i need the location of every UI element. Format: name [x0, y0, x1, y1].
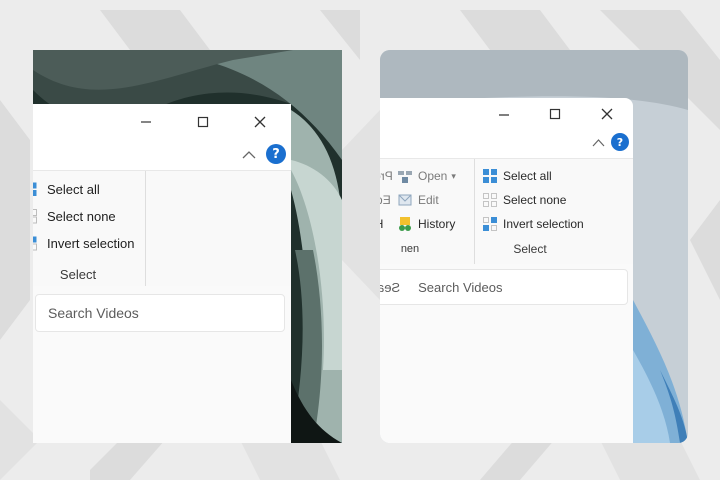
search-clipped-text: Sea — [380, 279, 401, 295]
close-button[interactable] — [595, 105, 619, 123]
search-area: Sea Search Videos — [380, 264, 633, 443]
minimize-button[interactable] — [133, 112, 159, 132]
maximize-icon — [549, 108, 561, 120]
file-explorer-window-rtl: ? Pro Open ▾ Ed — [380, 98, 633, 443]
edit-label: Edit — [418, 193, 439, 207]
select-all-label: Select all — [47, 181, 100, 197]
select-all-label: Select all — [503, 169, 552, 183]
invert-selection-icon — [33, 236, 37, 250]
right-screenshot-panel: ? Pro Open ▾ Ed — [380, 50, 688, 443]
help-icon: ? — [272, 146, 280, 162]
ribbon-header: ? — [33, 140, 291, 170]
history-icon — [399, 217, 411, 231]
search-input[interactable]: Search Videos — [35, 294, 285, 332]
invert-selection-label: Invert selection — [47, 235, 135, 251]
minimize-button[interactable] — [492, 106, 516, 124]
open-group: Pro Open ▾ Ed — [380, 159, 475, 264]
close-icon — [254, 116, 266, 128]
collapse-ribbon-button[interactable] — [589, 134, 607, 150]
select-none-icon — [33, 208, 37, 223]
properties-label-clipped: Pro — [380, 169, 393, 183]
select-all-button[interactable]: Select all — [33, 177, 100, 201]
select-all-icon — [33, 182, 37, 196]
close-icon — [601, 108, 613, 120]
open-icon — [398, 171, 412, 183]
select-group-label: Select — [513, 242, 547, 256]
help-button[interactable]: ? — [266, 144, 286, 164]
select-group: Select all Select none Invert selection … — [33, 171, 146, 287]
open-button[interactable]: Open ▾ — [397, 164, 456, 188]
chevron-down-icon: ▾ — [451, 170, 456, 181]
close-button[interactable] — [247, 112, 273, 132]
minimize-icon — [141, 121, 151, 123]
select-none-icon — [483, 193, 497, 207]
edit-button[interactable]: Edit — [397, 188, 439, 212]
select-none-button[interactable]: Select none — [482, 188, 566, 212]
maximize-button[interactable] — [543, 105, 567, 123]
invert-selection-icon — [483, 217, 497, 231]
history-label: History — [418, 217, 456, 231]
select-all-button[interactable]: Select all — [482, 164, 552, 188]
file-explorer-window: ? Select all Select none Invert selectio… — [33, 104, 291, 443]
history-button[interactable]: History — [397, 212, 455, 236]
history-label-clipped: Hi — [380, 217, 383, 231]
select-none-label: Select none — [503, 193, 567, 207]
search-area: Search Videos — [33, 286, 291, 443]
history-button-clipped[interactable]: Hi — [380, 212, 383, 236]
title-bar — [33, 104, 291, 140]
minimize-icon — [499, 114, 509, 116]
select-group-label: Select — [59, 267, 97, 282]
select-none-button[interactable]: Select none — [33, 204, 116, 228]
help-icon: ? — [616, 135, 624, 149]
edit-label-clipped: Ed — [380, 193, 391, 207]
properties-button-clipped[interactable]: Pro — [380, 164, 393, 188]
open-label: Open — [418, 169, 448, 183]
edit-button-clipped[interactable]: Ed — [380, 188, 391, 212]
collapse-ribbon-icon — [592, 138, 604, 146]
search-placeholder: Search Videos — [418, 279, 503, 295]
ribbon: Select all Select none Invert selection … — [33, 170, 291, 288]
invert-selection-label: Invert selection — [503, 217, 584, 231]
ribbon: Pro Open ▾ Ed — [380, 158, 633, 265]
edit-icon — [398, 194, 412, 206]
select-none-label: Select none — [47, 208, 116, 224]
select-all-icon — [483, 169, 497, 183]
maximize-button[interactable] — [190, 112, 216, 132]
help-button[interactable]: ? — [611, 133, 629, 151]
invert-selection-button[interactable]: Invert selection — [33, 231, 134, 255]
search-placeholder: Search Videos — [48, 305, 139, 321]
maximize-icon — [197, 116, 209, 128]
open-group-label: nen — [400, 243, 420, 255]
invert-selection-button[interactable]: Invert selection — [482, 212, 584, 236]
collapse-ribbon-button[interactable] — [239, 146, 259, 164]
collapse-ribbon-icon — [242, 151, 256, 159]
search-input[interactable]: Sea Search Videos — [380, 269, 628, 305]
select-group: Select all Select none Invert selection — [475, 159, 585, 264]
left-screenshot-panel: ? Select all Select none Invert selectio… — [33, 50, 342, 443]
